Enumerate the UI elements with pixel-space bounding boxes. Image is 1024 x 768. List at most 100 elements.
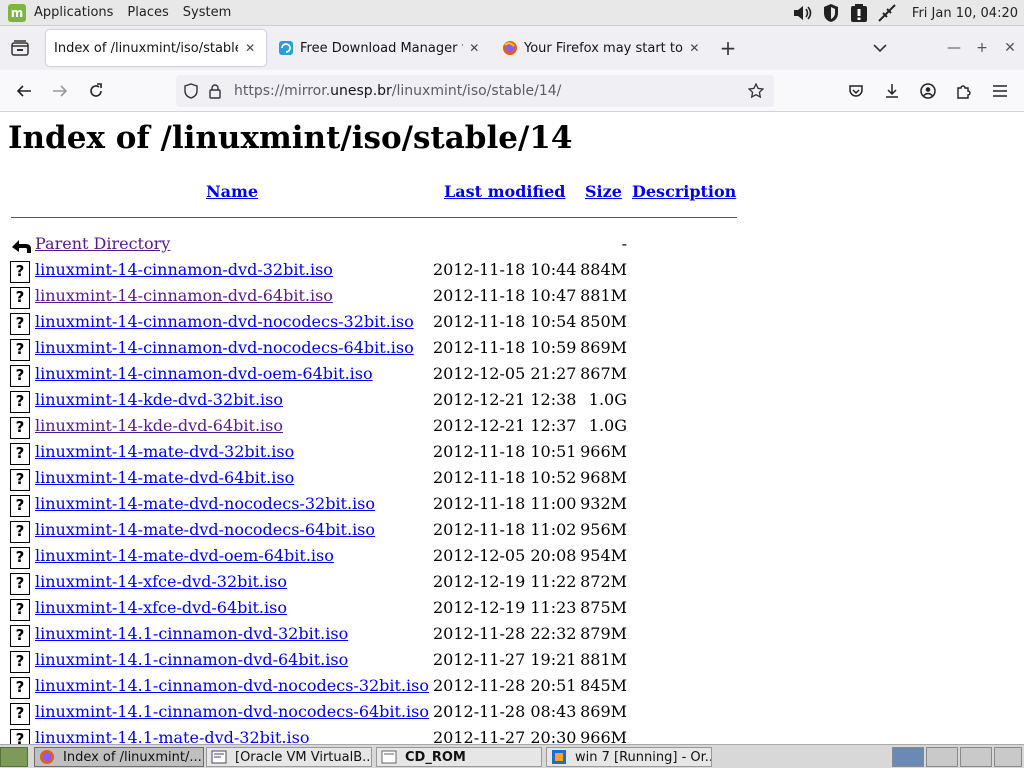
back-arrow-icon[interactable] xyxy=(8,75,40,107)
name-column-header[interactable]: Name xyxy=(206,182,258,201)
lock-icon[interactable] xyxy=(204,80,226,102)
file-link[interactable]: linuxmint-14-mate-dvd-64bit.iso xyxy=(35,468,294,487)
unknown-file-icon: ? xyxy=(10,677,30,699)
maximize-icon[interactable]: + xyxy=(970,36,994,60)
file-row: ? linuxmint-14-cinnamon-dvd-oem-64bit.iso… xyxy=(10,362,750,388)
close-icon[interactable]: ✕ xyxy=(687,40,702,56)
file-row: ? linuxmint-14.1-cinnamon-dvd-nocodecs-32… xyxy=(10,674,750,700)
file-link[interactable]: linuxmint-14.1-cinnamon-dvd-64bit.iso xyxy=(35,650,348,669)
tab-title: Your Firefox may start to ha xyxy=(524,40,683,56)
file-size: 966M xyxy=(580,728,627,744)
file-link[interactable]: linuxmint-14-kde-dvd-32bit.iso xyxy=(35,390,283,409)
file-modified: 2012-12-05 20:08 xyxy=(433,546,577,565)
workspace-3[interactable] xyxy=(960,747,992,767)
taskbar-item-cd-rom[interactable]: CD_ROM xyxy=(376,747,542,767)
virtualbox-vm-icon xyxy=(552,750,566,764)
file-size: 954M xyxy=(580,546,627,565)
unknown-file-icon: ? xyxy=(10,495,30,517)
unknown-file-icon: ? xyxy=(10,599,30,621)
file-link[interactable]: linuxmint-14-mate-dvd-oem-64bit.iso xyxy=(35,546,334,565)
file-modified: 2012-11-28 22:32 xyxy=(433,624,577,643)
unknown-file-icon: ? xyxy=(10,365,30,387)
file-link[interactable]: linuxmint-14-cinnamon-dvd-oem-64bit.iso xyxy=(35,364,373,383)
list-all-tabs-chevron-down-icon[interactable] xyxy=(866,34,894,62)
file-link[interactable]: linuxmint-14-mate-dvd-nocodecs-32bit.iso xyxy=(35,494,375,513)
file-link[interactable]: linuxmint-14.1-cinnamon-dvd-nocodecs-32b… xyxy=(35,676,429,695)
file-modified: 2012-11-18 11:02 xyxy=(433,520,577,539)
unknown-file-icon: ? xyxy=(10,469,30,491)
firefox-view-icon[interactable] xyxy=(2,30,38,66)
show-desktop-button[interactable] xyxy=(0,747,28,767)
hamburger-menu-icon[interactable] xyxy=(984,75,1016,107)
unknown-file-icon: ? xyxy=(10,729,30,744)
url-text[interactable]: https://mirror.unesp.br/linuxmint/iso/st… xyxy=(234,83,561,99)
places-menu[interactable]: Places xyxy=(127,5,168,20)
file-modified: 2012-11-28 20:51 xyxy=(433,676,577,695)
last-modified-column-header[interactable]: Last modified xyxy=(444,182,565,201)
tracking-protection-shield-icon[interactable] xyxy=(180,80,202,102)
file-link[interactable]: linuxmint-14-xfce-dvd-32bit.iso xyxy=(35,572,287,591)
file-link[interactable]: linuxmint-14-xfce-dvd-64bit.iso xyxy=(35,598,287,617)
file-link[interactable]: linuxmint-14.1-cinnamon-dvd-32bit.iso xyxy=(35,624,348,643)
file-link[interactable]: linuxmint-14-mate-dvd-32bit.iso xyxy=(35,442,294,461)
file-modified: 2012-12-21 12:38 xyxy=(433,390,577,409)
file-modified: 2012-12-19 11:23 xyxy=(433,598,577,617)
file-row: ? linuxmint-14.1-mate-dvd-32bit.iso 2012-1… xyxy=(10,726,750,744)
tab-index-of-linuxmint[interactable]: Index of /linuxmint/iso/stable/1 ✕ xyxy=(46,30,266,66)
file-link[interactable]: linuxmint-14-kde-dvd-64bit.iso xyxy=(35,416,283,435)
file-modified: 2012-12-21 12:37 xyxy=(433,416,577,435)
file-link[interactable]: linuxmint-14-cinnamon-dvd-64bit.iso xyxy=(35,286,333,305)
reload-icon[interactable] xyxy=(80,75,112,107)
applications-menu[interactable]: Applications xyxy=(34,5,113,20)
parent-directory-link[interactable]: Parent Directory xyxy=(35,234,170,253)
unknown-file-icon: ? xyxy=(10,625,30,647)
extensions-puzzle-icon[interactable] xyxy=(948,75,980,107)
workspace-2[interactable] xyxy=(926,747,958,767)
pocket-icon[interactable] xyxy=(840,75,872,107)
file-modified: 2012-11-28 08:43 xyxy=(433,702,577,721)
system-menu[interactable]: System xyxy=(183,5,231,20)
description-column-header[interactable]: Description xyxy=(632,182,736,201)
tab-title: Index of /linuxmint/iso/stable/1 xyxy=(54,40,239,56)
shield-icon[interactable] xyxy=(820,2,842,24)
close-window-icon[interactable]: ✕ xyxy=(998,36,1022,60)
taskbar-item-firefox[interactable]: Index of /linuxmint/... xyxy=(34,747,204,767)
folder-window-icon xyxy=(381,750,397,764)
tab-free-download-manager[interactable]: Free Download Manager fo ✕ xyxy=(270,30,490,66)
forward-arrow-icon[interactable] xyxy=(44,75,76,107)
workspace-4[interactable] xyxy=(994,747,1022,767)
network-icon[interactable] xyxy=(876,2,898,24)
size-column-header[interactable]: Size xyxy=(585,182,622,201)
file-link[interactable]: linuxmint-14-cinnamon-dvd-nocodecs-64bit… xyxy=(35,338,414,357)
clock[interactable]: Fri Jan 10, 04:20 xyxy=(912,6,1018,21)
taskbar-item-virtualbox[interactable]: [Oracle VM VirtualB... xyxy=(206,747,372,767)
tab-firefox-notice[interactable]: Your Firefox may start to ha ✕ xyxy=(494,30,710,66)
tab-strip: Index of /linuxmint/iso/stable/1 ✕ Free … xyxy=(0,26,1024,70)
workspace-1[interactable] xyxy=(892,747,924,767)
file-link[interactable]: linuxmint-14-cinnamon-dvd-nocodecs-32bit… xyxy=(35,312,414,331)
firefox-icon xyxy=(40,750,54,764)
new-tab-plus-icon[interactable]: + xyxy=(714,34,742,62)
mint-menu-icon[interactable]: m xyxy=(8,3,26,22)
file-modified: 2012-11-27 20:30 xyxy=(433,728,577,744)
taskbar-item-win7-vm[interactable]: win 7 [Running] - Or... xyxy=(546,747,712,767)
close-icon[interactable]: ✕ xyxy=(242,40,258,56)
file-link[interactable]: linuxmint-14.1-mate-dvd-32bit.iso xyxy=(35,728,309,744)
account-icon[interactable] xyxy=(912,75,944,107)
update-manager-icon[interactable] xyxy=(848,2,870,24)
file-size: 850M xyxy=(580,312,627,331)
file-size: 869M xyxy=(580,338,627,357)
address-bar[interactable]: https://mirror.unesp.br/linuxmint/iso/st… xyxy=(176,75,774,107)
file-row: ? linuxmint-14-kde-dvd-32bit.iso 2012-12-2… xyxy=(10,388,750,414)
file-modified: 2012-11-18 11:00 xyxy=(433,494,577,513)
downloads-icon[interactable] xyxy=(876,75,908,107)
close-icon[interactable]: ✕ xyxy=(467,40,482,56)
minimize-icon[interactable]: — xyxy=(942,36,966,60)
file-link[interactable]: linuxmint-14-cinnamon-dvd-32bit.iso xyxy=(35,260,333,279)
file-link[interactable]: linuxmint-14-mate-dvd-nocodecs-64bit.iso xyxy=(35,520,375,539)
bookmark-star-icon[interactable] xyxy=(744,79,768,103)
volume-icon[interactable] xyxy=(792,2,814,24)
file-size: 968M xyxy=(580,468,627,487)
file-link[interactable]: linuxmint-14.1-cinnamon-dvd-nocodecs-64b… xyxy=(35,702,429,721)
file-row: ? linuxmint-14-xfce-dvd-32bit.iso 2012-12-… xyxy=(10,570,750,596)
